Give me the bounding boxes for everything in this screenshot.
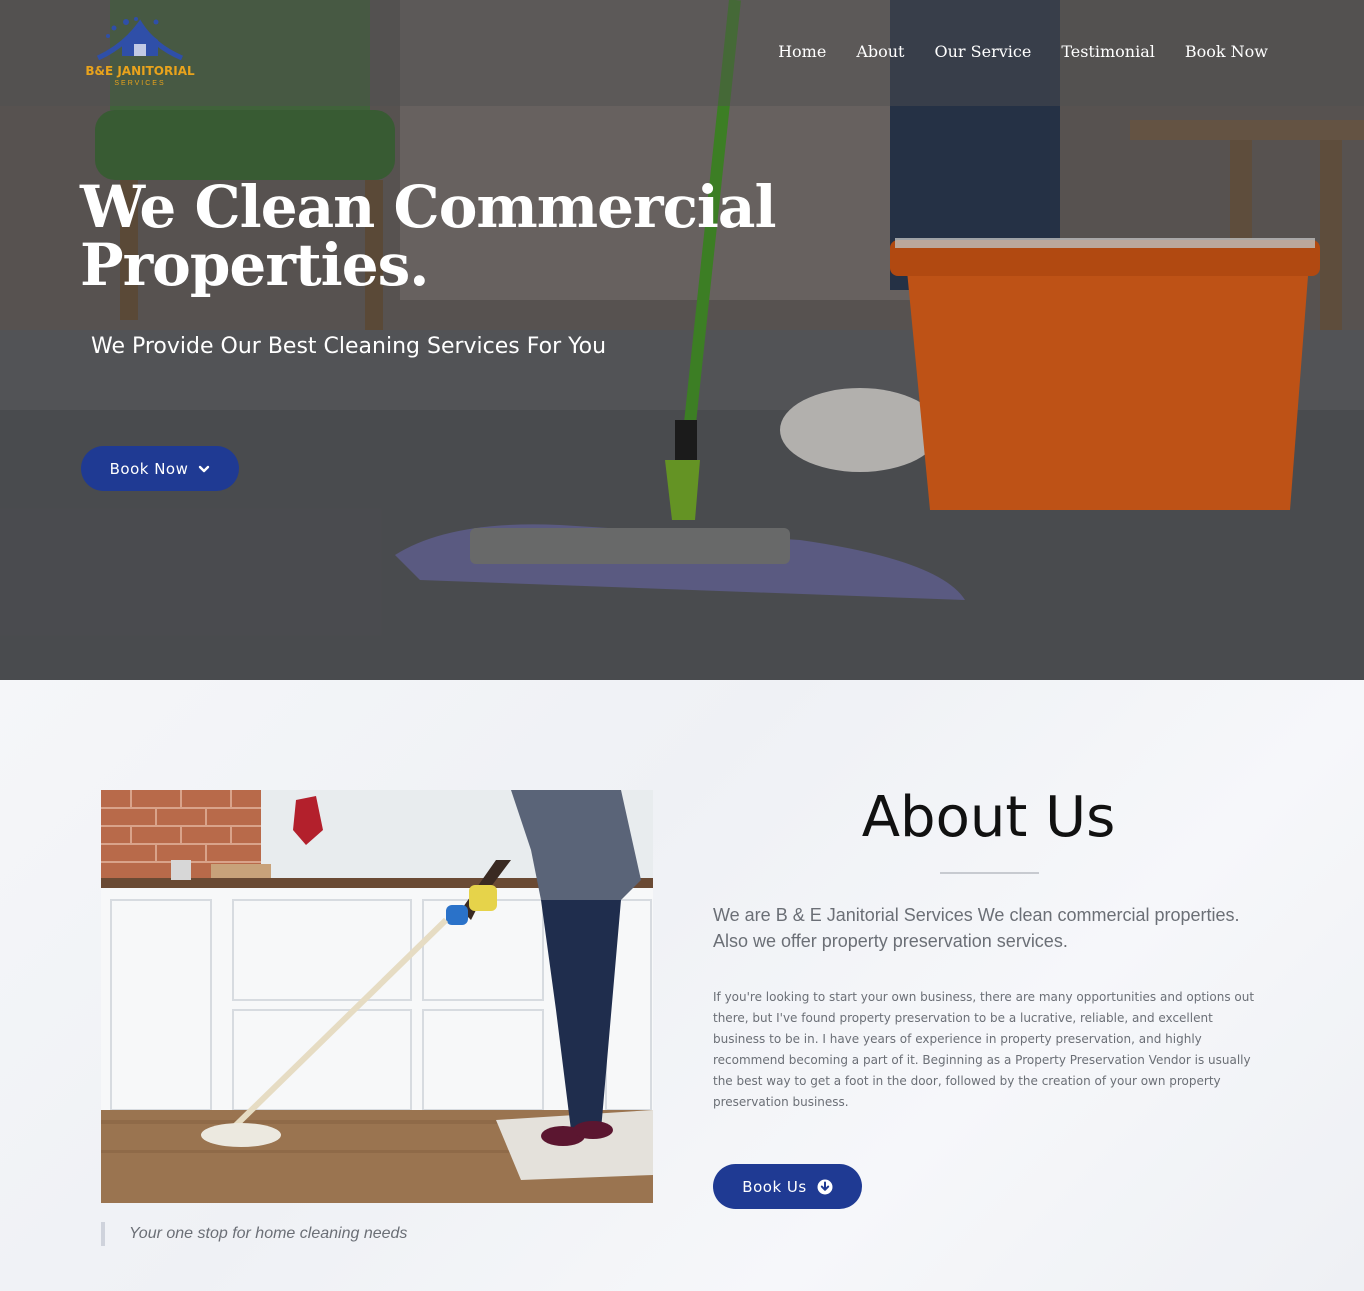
house-logo-icon [96, 17, 183, 61]
logo-name: B&E JANITORIAL [85, 64, 195, 78]
logo-tagline: SERVICES [114, 80, 166, 87]
about-divider [940, 872, 1039, 874]
chevron-down-icon [199, 465, 210, 472]
hero-title: We Clean Commercial Properties. [80, 173, 777, 299]
nav-item-home[interactable]: Home [778, 42, 826, 61]
about-body-text: If you're looking to start your own busi… [713, 990, 1255, 1109]
about-title: About Us [861, 785, 1116, 850]
book-us-button[interactable]: Book Us [713, 1164, 862, 1209]
site-header: B&E JANITORIAL SERVICES Home About Our S… [0, 0, 1364, 106]
main-nav: Home About Our Service Testimonial Book … [778, 42, 1268, 61]
nav-item-about[interactable]: About [856, 42, 904, 61]
kitchen-cleaning-image [101, 790, 653, 1203]
hero-book-now-label: Book Now [109, 459, 189, 478]
hero-book-now-button[interactable]: Book Now [81, 446, 239, 491]
hero-section: B&E JANITORIAL SERVICES Home About Our S… [0, 0, 1364, 680]
nav-item-our-service[interactable]: Our Service [934, 42, 1031, 61]
hero-subtitle: We Provide Our Best Cleaning Services Fo… [91, 334, 607, 359]
book-us-label: Book Us [742, 1177, 807, 1196]
about-lead-text: We are B & E Janitorial Services We clea… [713, 905, 1240, 951]
about-quote: Your one stop for home cleaning needs [101, 1222, 407, 1246]
about-photo [101, 790, 653, 1203]
site-logo[interactable]: B&E JANITORIAL SERVICES [84, 16, 196, 92]
nav-item-testimonial[interactable]: Testimonial [1061, 42, 1155, 61]
nav-item-book-now[interactable]: Book Now [1185, 42, 1268, 61]
arrow-circle-down-icon [817, 1179, 833, 1194]
